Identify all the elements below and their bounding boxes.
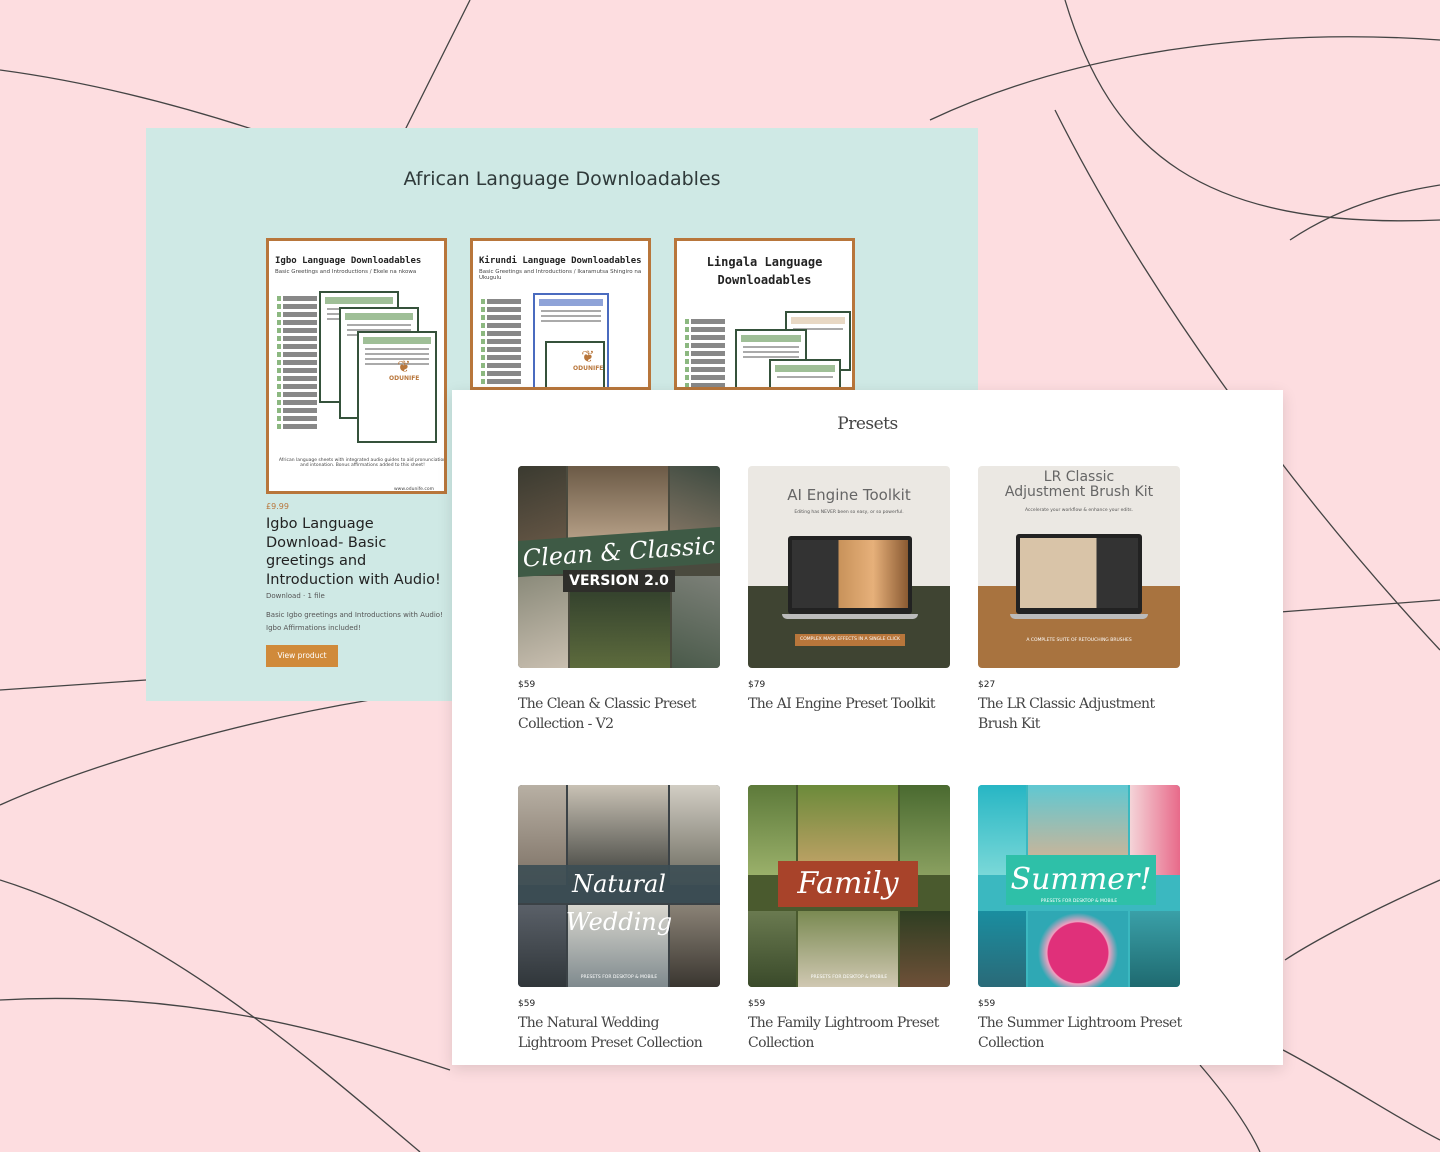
thumb-title: AI Engine Toolkit [787,486,911,504]
thumb-banner: Summer! [1006,855,1156,905]
thumb-subtitle: PRESETS FOR DESKTOP & MOBILE [810,975,888,980]
product-thumb-natural-wedding[interactable]: Natural Wedding PRESETS FOR DESKTOP & MO… [518,785,720,987]
thumb-subtitle: PRESETS FOR DESKTOP & MOBILE [580,975,658,980]
thumb-subtitle: Editing has NEVER been so easy, or so po… [794,510,904,515]
butterfly-icon: ❦ [397,357,411,376]
thumb-version: VERSION 2.0 [563,570,675,592]
thumb-subtitle: PRESETS FOR DESKTOP & MOBILE [1040,899,1118,904]
thumb-cta: A COMPLETE SUITE OF RETOUCHING BRUSHES [1026,638,1132,643]
card-subtitle: Basic Greetings and Introductions / Ikar… [479,269,642,281]
product-name[interactable]: The Natural Wedding Lightroom Preset Col… [518,1013,723,1053]
butterfly-icon: ❦ [581,347,595,366]
product-name[interactable]: The Clean & Classic Preset Collection - … [518,694,723,734]
odunife-logo: ❦ ODUNIFE [573,347,604,373]
product-name[interactable]: The LR Classic Adjustment Brush Kit [978,694,1183,734]
product-card-kirundi[interactable]: Kirundi Language Downloadables Basic Gre… [470,238,651,390]
product-card-lingala[interactable]: Lingala Language Downloadables [674,238,855,390]
product-thumb-family[interactable]: Family PRESETS FOR DESKTOP & MOBILE [748,785,950,987]
product-price: $59 [978,999,996,1009]
card-title: Igbo Language Downloadables [275,256,422,266]
sheet-preview [769,359,841,387]
product-thumb-clean-classic[interactable]: Clean & Classic VERSION 2.0 [518,466,720,668]
thumb-title: LR Classic Adjustment Brush Kit [1004,469,1154,500]
product-price: $59 [748,999,766,1009]
language-list [481,299,521,387]
thumb-banner: Family [778,861,918,907]
thumb-cta: COMPLEX MASK EFFECTS IN A SINGLE CLICK [795,634,905,646]
product-price: $79 [748,680,766,690]
language-list [685,319,725,387]
view-product-button[interactable]: View product [266,645,338,667]
product-description: Basic Igbo greetings and Introductions w… [266,611,443,632]
thumb-subtitle: Accelerate your workflow & enhance your … [1024,508,1134,513]
odunife-logo: ❦ ODUNIFE [389,357,420,383]
presets-title: Presets [837,414,898,434]
sheet-preview [357,331,437,443]
card-subtitle: Basic Greetings and Introductions / Ekel… [275,269,417,275]
product-price: £9.99 [266,502,289,511]
product-name[interactable]: The Family Lightroom Preset Collection [748,1013,953,1053]
product-thumb-summer[interactable]: Summer! PRESETS FOR DESKTOP & MOBILE [978,785,1180,987]
product-price: $27 [978,680,996,690]
laptop-mockup [1016,534,1142,614]
african-panel-title: African Language Downloadables [403,168,721,190]
product-price: $59 [518,999,536,1009]
laptop-mockup [788,536,912,614]
card-url: www.odunife.com [393,487,434,492]
product-name[interactable]: The Summer Lightroom Preset Collection [978,1013,1183,1053]
thumb-banner: Natural Wedding [518,865,720,936]
product-price: $59 [518,680,536,690]
language-list [277,296,317,432]
product-meta: Download · 1 file [266,592,325,600]
product-name[interactable]: The AI Engine Preset Toolkit [748,694,953,714]
presets-panel: Presets Clean & Classic VERSION 2.0 $59 … [452,390,1283,1065]
card-title: Lingala Language Downloadables [706,255,823,287]
product-name[interactable]: Igbo Language Download- Basic greetings … [266,515,448,589]
product-card-igbo[interactable]: Igbo Language Downloadables Basic Greeti… [266,238,447,494]
card-title: Kirundi Language Downloadables [479,256,642,266]
product-thumb-ai-engine[interactable]: AI Engine Toolkit Editing has NEVER been… [748,466,950,668]
card-footer: African language sheets with integrated … [278,458,447,468]
product-thumb-lr-classic[interactable]: LR Classic Adjustment Brush Kit Accelera… [978,466,1180,668]
